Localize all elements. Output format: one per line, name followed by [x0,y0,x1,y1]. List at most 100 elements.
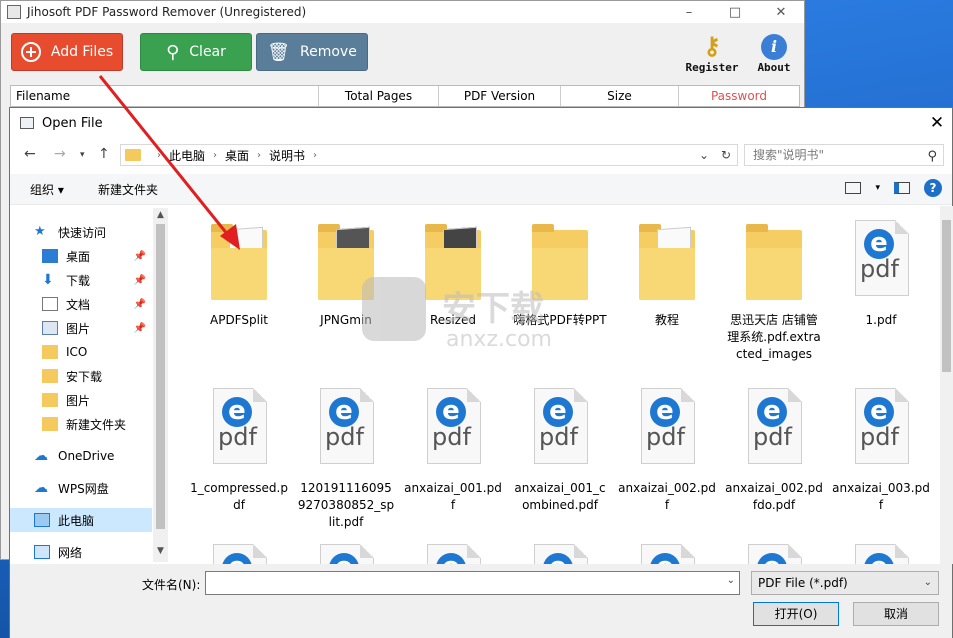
nav-label: OneDrive [58,449,115,463]
search-input[interactable]: 搜索"说明书" ⚲ [744,144,944,166]
file-item[interactable]: e pdf 1201911160959270380852_split.pdf [293,388,399,531]
broom-icon: ⚲ [166,41,180,63]
file-item[interactable]: JPNGmin [293,220,399,329]
file-item[interactable]: e [186,544,292,564]
minimize-button[interactable]: – [666,5,712,20]
clear-button[interactable]: ⚲ Clear [140,33,252,71]
file-item[interactable]: e [721,544,827,564]
file-item[interactable]: APDFSplit [186,220,292,329]
organize-menu[interactable]: 组织 ▾ [30,181,64,198]
nav-item-documents[interactable]: 文档 📌 [10,292,152,316]
scroll-down-icon[interactable]: ▼ [153,546,168,556]
file-item[interactable]: 思迅天店 店铺管理系统.pdf.extracted_images [721,220,827,363]
register-label: Register [685,61,739,74]
close-button[interactable]: ✕ [758,5,804,20]
nav-item-desktop[interactable]: 桌面 📌 [10,244,152,268]
dialog-close-button[interactable]: ✕ [922,113,952,133]
back-arrow-icon[interactable]: ← [24,146,36,162]
address-bar[interactable]: › 此电脑 › 桌面 › 说明书 › ⌄ ↻ [120,144,738,166]
breadcrumb-manual[interactable]: 说明书 [269,147,305,164]
folder-icon [425,224,481,300]
network-icon [34,545,50,559]
folder-icon [42,393,58,407]
nav-label: 安下载 [66,369,103,384]
file-item[interactable]: e pdf 1_compressed.pdf [186,388,292,514]
col-filename[interactable]: Filename [11,86,319,106]
scrollbar-thumb[interactable] [156,224,165,529]
col-pdf-version[interactable]: PDF Version [439,86,561,106]
file-item[interactable]: e pdf anxaizai_001.pdf [400,388,506,514]
view-mode-icon[interactable] [845,182,862,194]
nav-item-pictures-folder[interactable]: 图片 [10,388,152,412]
navigation-bar: ← → ▾ ↑ › 此电脑 › 桌面 › 说明书 › ⌄ ↻ 搜索"说明书" ⚲ [10,142,952,170]
scroll-up-icon[interactable]: ▲ [153,210,168,220]
pdf-file-icon: e [213,544,267,564]
nav-network[interactable]: 网络 [10,540,152,564]
nav-item-pictures[interactable]: 图片 📌 [10,316,152,340]
about-button[interactable]: i About [744,31,804,74]
file-name: 1_compressed.pdf [190,481,288,512]
col-password[interactable]: Password [679,86,799,106]
nav-quick-access[interactable]: ★ 快速访问 [10,220,152,244]
file-item[interactable]: e pdf anxaizai_002.pdfdo.pdf [721,388,827,514]
filename-input[interactable]: ⌄ [205,571,740,595]
new-folder-button[interactable]: 新建文件夹 [98,181,158,198]
star-icon: ★ [34,224,46,239]
remove-button[interactable]: 🗑 Remove [256,33,368,71]
cloud-icon: ☁ [34,448,48,464]
file-item[interactable]: Resized [400,220,506,329]
dialog-titlebar: Open File ✕ [10,108,952,138]
nav-label: 此电脑 [58,513,95,528]
nav-item-new-folder[interactable]: 新建文件夹 [10,412,152,436]
document-icon [42,297,58,311]
dialog-icon [20,117,34,129]
help-icon[interactable]: ? [924,179,942,197]
nav-onedrive[interactable]: ☁ OneDrive [10,444,152,468]
forward-arrow-icon[interactable]: → [54,146,66,162]
col-total-pages[interactable]: Total Pages [319,86,439,106]
search-icon: ⚲ [927,149,937,164]
preview-pane-icon[interactable] [894,182,910,194]
nav-scrollbar[interactable]: ▲ ▼ [153,208,168,562]
address-dropdown-icon[interactable]: ⌄ [693,145,715,165]
view-dropdown-icon[interactable]: ▾ [875,183,880,193]
pin-icon: 📌 [133,322,146,334]
nav-item-ico[interactable]: ICO [10,340,152,364]
file-item[interactable]: e [614,544,720,564]
file-item[interactable]: e [507,544,613,564]
up-arrow-icon[interactable]: ↑ [98,146,110,162]
breadcrumb-this-pc[interactable]: 此电脑 [169,147,205,164]
file-item[interactable]: 教程 [614,220,720,329]
app-toolbar: Add Files ⚲ Clear 🗑 Remove ⚷ Register i … [10,31,804,75]
pdf-file-icon: e pdf [855,388,909,464]
refresh-icon[interactable]: ↻ [715,145,737,165]
nav-item-downloads[interactable]: ⬇ 下载 📌 [10,268,152,292]
file-item[interactable]: e pdf 1.pdf [828,220,934,329]
open-button[interactable]: 打开(O) [753,602,839,626]
nav-this-pc[interactable]: 此电脑 [10,508,152,532]
file-item[interactable]: 嗨格式PDF转PPT [507,220,613,329]
file-scrollbar[interactable] [940,206,953,564]
nav-wps[interactable]: ☁ WPS网盘 [10,476,152,500]
filetype-select[interactable]: PDF File (*.pdf) ⌄ [751,571,939,595]
folder-icon [42,417,58,431]
maximize-button[interactable]: □ [712,5,758,20]
register-button[interactable]: ⚷ Register [682,31,742,74]
file-item[interactable]: e [828,544,934,564]
folder-icon [211,224,267,300]
file-item[interactable]: e pdf anxaizai_002.pdf [614,388,720,514]
nav-label: 快速访问 [58,225,107,240]
col-size[interactable]: Size [561,86,679,106]
file-item[interactable]: e [400,544,506,564]
file-item[interactable]: e pdf anxaizai_003.pdf [828,388,934,514]
file-item[interactable]: e pdf anxaizai_001_combined.pdf [507,388,613,514]
nav-item-anxiazai[interactable]: 安下载 [10,364,152,388]
chevron-down-icon[interactable]: ⌄ [727,575,735,586]
cancel-button[interactable]: 取消 [853,602,939,626]
folder-icon [639,224,695,300]
recent-chevron-icon[interactable]: ▾ [80,150,85,160]
add-files-button[interactable]: Add Files [11,33,123,71]
breadcrumb-desktop[interactable]: 桌面 [225,147,249,164]
scrollbar-thumb[interactable] [942,220,951,372]
file-item[interactable]: e [293,544,399,564]
